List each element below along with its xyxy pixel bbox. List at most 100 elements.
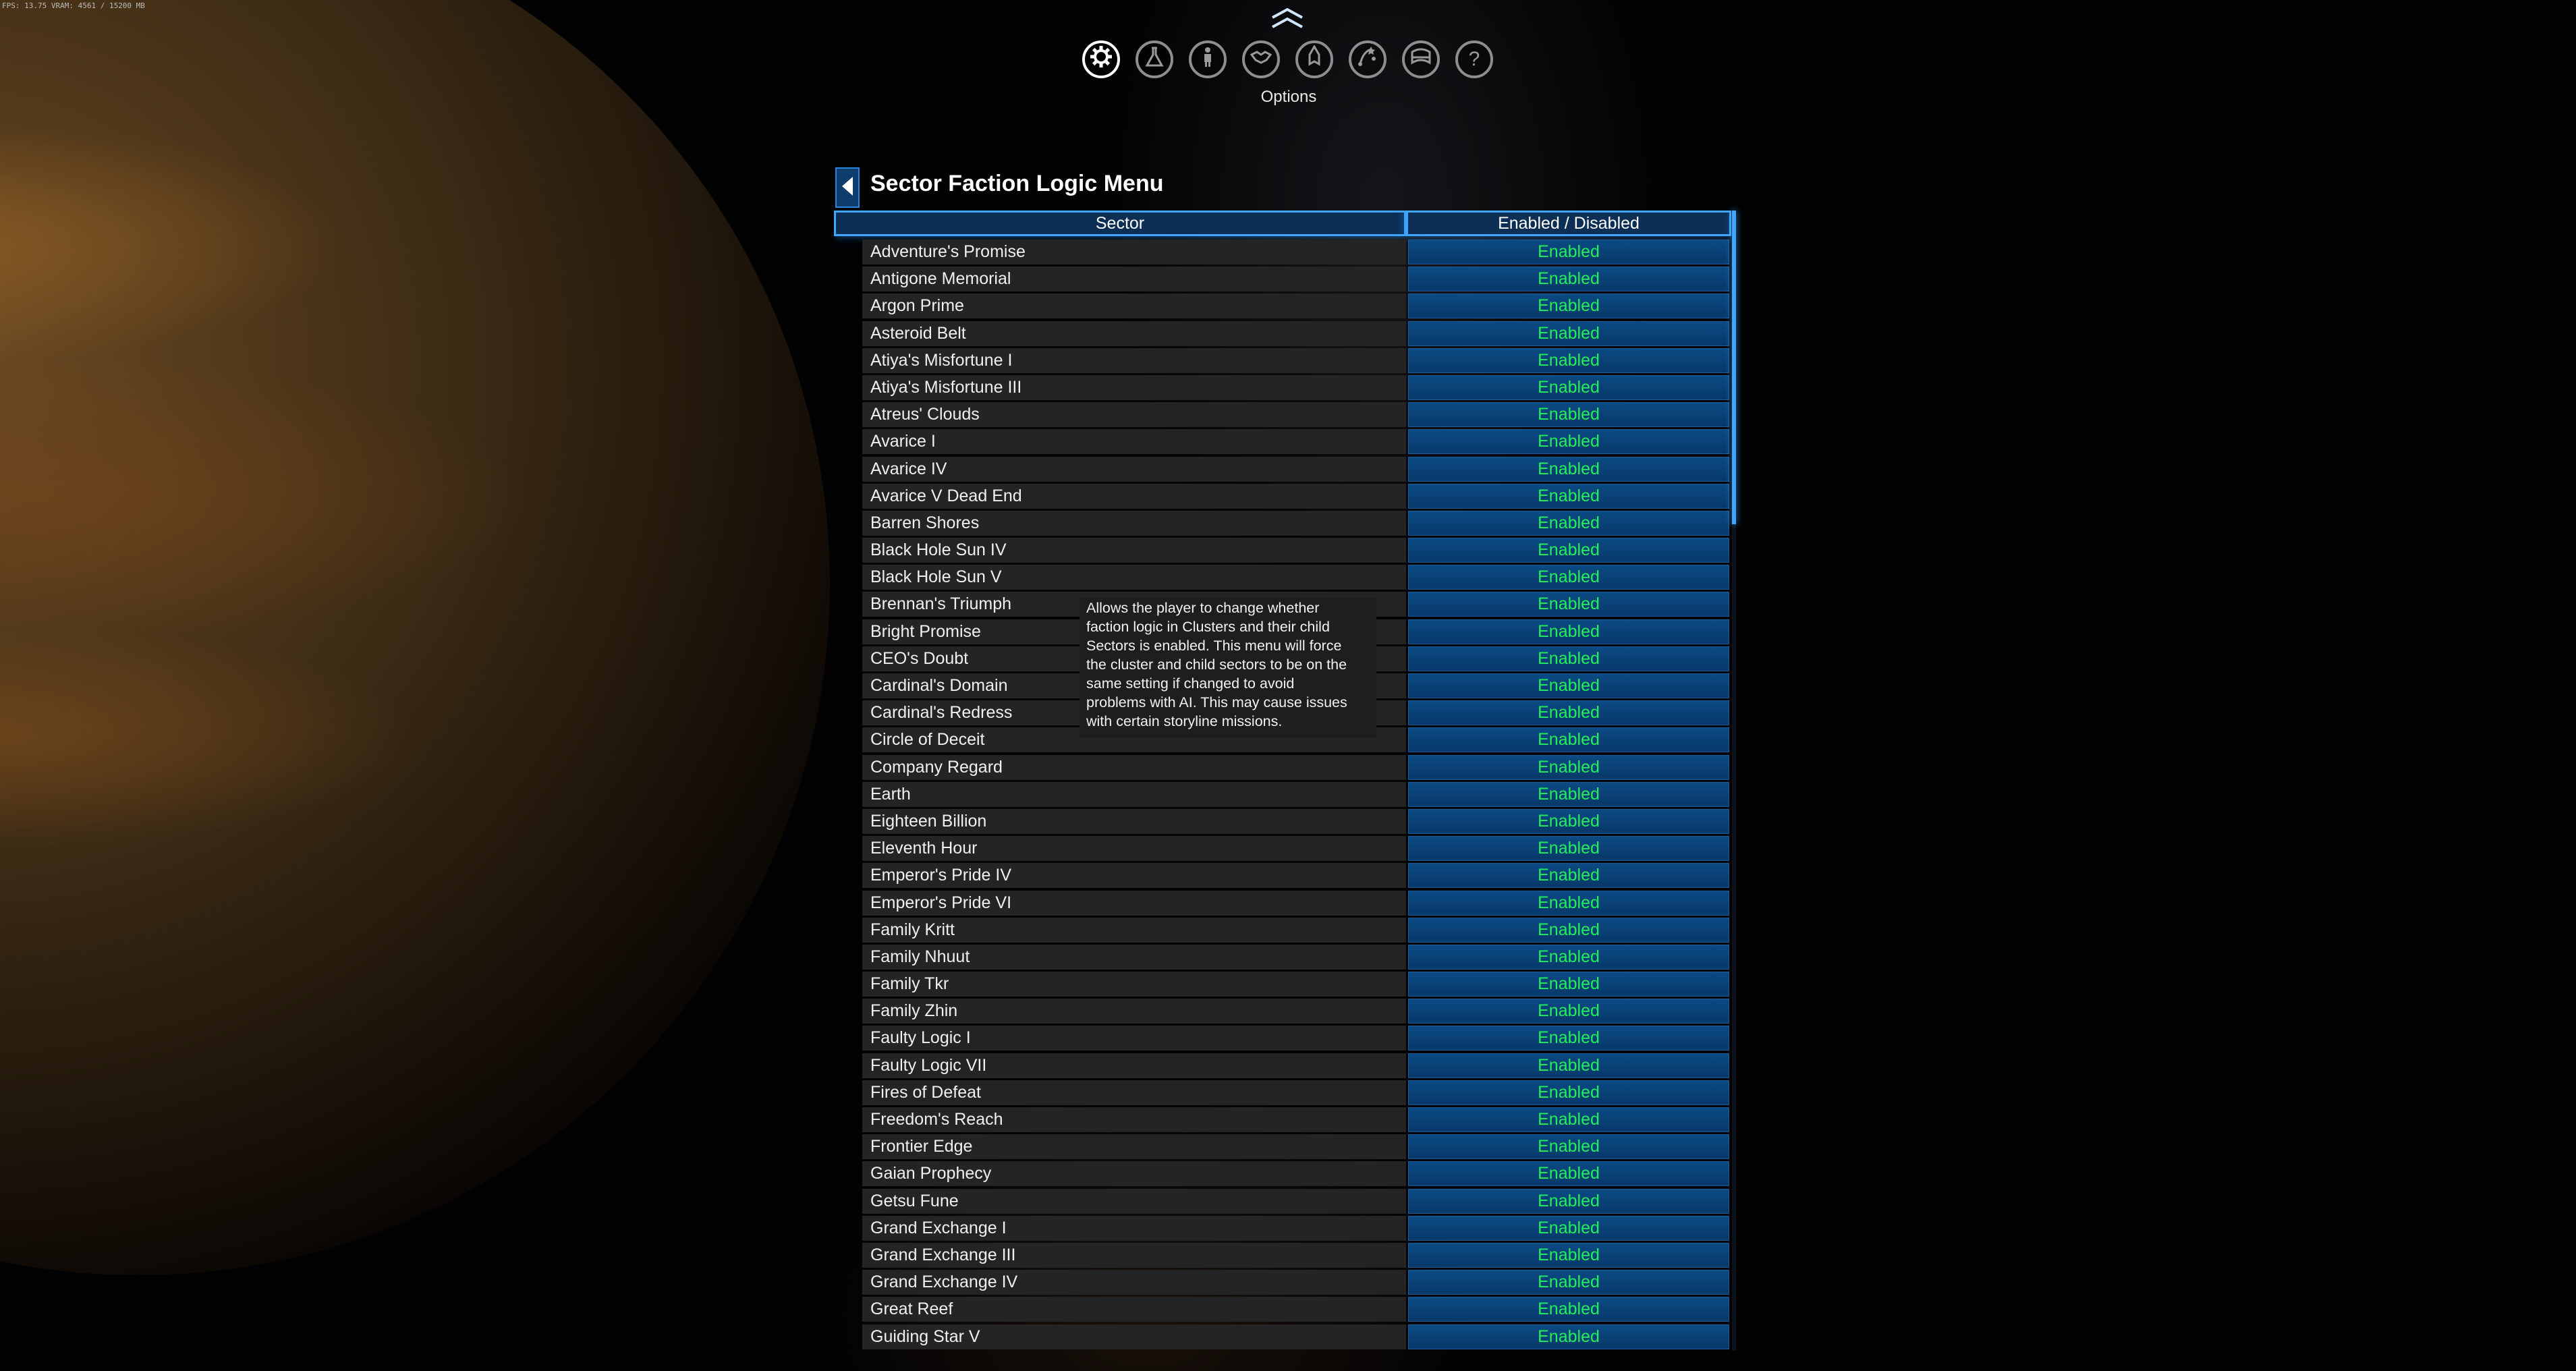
- toggle-enabled-button[interactable]: Enabled: [1408, 808, 1729, 834]
- toggle-enabled-button[interactable]: Enabled: [1408, 1053, 1729, 1078]
- toggle-enabled-button[interactable]: Enabled: [1408, 619, 1729, 644]
- toggle-enabled-button[interactable]: Enabled: [1408, 999, 1729, 1024]
- table-row[interactable]: Grand Exchange IV Enabled: [834, 1269, 1731, 1296]
- table-row[interactable]: Atiya's Misfortune I Enabled: [834, 347, 1731, 374]
- toggle-enabled-button[interactable]: Enabled: [1408, 429, 1729, 455]
- sector-name-cell: Grand Exchange IV: [834, 1270, 1406, 1295]
- research-tab[interactable]: [1136, 40, 1173, 78]
- options-tab[interactable]: [1082, 40, 1120, 78]
- toggle-enabled-button[interactable]: Enabled: [1408, 836, 1729, 862]
- toggle-enabled-button[interactable]: Enabled: [1408, 1134, 1729, 1160]
- toggle-enabled-button[interactable]: Enabled: [1408, 510, 1729, 536]
- table-row[interactable]: Asteroid Belt Enabled: [834, 320, 1731, 347]
- table-row[interactable]: Family Zhin Enabled: [834, 998, 1731, 1025]
- sector-name-cell: Asteroid Belt: [834, 320, 1406, 346]
- table-row[interactable]: Emperor's Pride VI Enabled: [834, 890, 1731, 917]
- toggle-enabled-button[interactable]: Enabled: [1408, 863, 1729, 889]
- page-title: Sector Faction Logic Menu: [870, 171, 1164, 196]
- table-row[interactable]: Frontier Edge Enabled: [834, 1134, 1731, 1160]
- table-row[interactable]: Antigone Memorial Enabled: [834, 266, 1731, 293]
- table-row[interactable]: Gaian Prophecy Enabled: [834, 1160, 1731, 1187]
- table-row[interactable]: Atreus' Clouds Enabled: [834, 401, 1731, 428]
- encyclopedia-tab[interactable]: [1402, 40, 1440, 78]
- table-row[interactable]: Grand Exchange I Enabled: [834, 1215, 1731, 1242]
- sector-name-cell: Adventure's Promise: [834, 240, 1406, 264]
- player-info-tab[interactable]: [1189, 40, 1227, 78]
- toggle-enabled-button[interactable]: Enabled: [1408, 673, 1729, 698]
- table-row[interactable]: Earth Enabled: [834, 781, 1731, 808]
- map-tab[interactable]: [1349, 40, 1387, 78]
- table-row[interactable]: Guiding Star V Enabled: [834, 1324, 1731, 1351]
- table-row[interactable]: Adventure's Promise Enabled: [834, 239, 1731, 266]
- help-icon: ?: [1468, 48, 1480, 70]
- table-row[interactable]: Getsu Fune Enabled: [834, 1188, 1731, 1215]
- toggle-enabled-button[interactable]: Enabled: [1408, 267, 1729, 292]
- toggle-enabled-button[interactable]: Enabled: [1408, 538, 1729, 563]
- toggle-enabled-button[interactable]: Enabled: [1408, 483, 1729, 509]
- table-row[interactable]: Black Hole Sun V Enabled: [834, 564, 1731, 591]
- toggle-enabled-button[interactable]: Enabled: [1408, 347, 1729, 373]
- table-row[interactable]: Faulty Logic I Enabled: [834, 1025, 1731, 1052]
- table-row[interactable]: Company Regard Enabled: [834, 754, 1731, 781]
- table-row[interactable]: Fires of Defeat Enabled: [834, 1080, 1731, 1107]
- toggle-enabled-button[interactable]: Enabled: [1408, 944, 1729, 970]
- toggle-enabled-button[interactable]: Enabled: [1408, 727, 1729, 753]
- table-row[interactable]: Freedom's Reach Enabled: [834, 1107, 1731, 1134]
- toggle-enabled-button[interactable]: Enabled: [1408, 320, 1729, 346]
- toggle-enabled-button[interactable]: Enabled: [1408, 1080, 1729, 1105]
- toggle-enabled-button[interactable]: Enabled: [1408, 565, 1729, 590]
- table-row[interactable]: Black Hole Sun IV Enabled: [834, 537, 1731, 564]
- toggle-enabled-button[interactable]: Enabled: [1408, 1161, 1729, 1187]
- toggle-enabled-button[interactable]: Enabled: [1408, 1242, 1729, 1268]
- toggle-enabled-button[interactable]: Enabled: [1408, 456, 1729, 482]
- toggle-enabled-button[interactable]: Enabled: [1408, 1215, 1729, 1241]
- column-header-sector[interactable]: Sector: [834, 211, 1406, 236]
- toggle-enabled-button[interactable]: Enabled: [1408, 592, 1729, 617]
- table-row[interactable]: Family Nhuut Enabled: [834, 944, 1731, 971]
- table-row[interactable]: Faulty Logic VII Enabled: [834, 1053, 1731, 1080]
- table-row[interactable]: Grand Exchange III Enabled: [834, 1242, 1731, 1269]
- table-row[interactable]: Great Reef Enabled: [834, 1296, 1731, 1323]
- scrollbar-thumb[interactable]: [1732, 211, 1736, 524]
- gear-icon: [1090, 45, 1113, 74]
- sector-name-cell: Earth: [834, 781, 1406, 807]
- sector-name-cell: Atreus' Clouds: [834, 402, 1406, 428]
- table-row[interactable]: Avarice I Enabled: [834, 428, 1731, 455]
- toggle-enabled-button[interactable]: Enabled: [1408, 240, 1729, 264]
- sector-name-cell: Family Kritt: [834, 917, 1406, 943]
- table-row[interactable]: Eighteen Billion Enabled: [834, 808, 1731, 835]
- toggle-enabled-button[interactable]: Enabled: [1408, 781, 1729, 807]
- table-row[interactable]: Atiya's Misfortune III Enabled: [834, 374, 1731, 401]
- toggle-enabled-button[interactable]: Enabled: [1408, 700, 1729, 726]
- toggle-enabled-button[interactable]: Enabled: [1408, 646, 1729, 671]
- toggle-enabled-button[interactable]: Enabled: [1408, 1188, 1729, 1214]
- toggle-enabled-button[interactable]: Enabled: [1408, 1324, 1729, 1349]
- ships-tab[interactable]: [1295, 40, 1333, 78]
- column-header-enabled[interactable]: Enabled / Disabled: [1406, 211, 1731, 236]
- toggle-enabled-button[interactable]: Enabled: [1408, 1107, 1729, 1132]
- toggle-enabled-button[interactable]: Enabled: [1408, 402, 1729, 428]
- table-row[interactable]: Argon Prime Enabled: [834, 293, 1731, 320]
- sector-name-cell: Avarice I: [834, 429, 1406, 455]
- toggle-enabled-button[interactable]: Enabled: [1408, 1270, 1729, 1295]
- help-tab[interactable]: ?: [1455, 40, 1493, 78]
- table-row[interactable]: Family Tkr Enabled: [834, 971, 1731, 998]
- toggle-enabled-button[interactable]: Enabled: [1408, 1026, 1729, 1051]
- toggle-enabled-button[interactable]: Enabled: [1408, 917, 1729, 943]
- collapse-menu-icon[interactable]: [1268, 7, 1306, 31]
- toggle-enabled-button[interactable]: Enabled: [1408, 374, 1729, 400]
- toggle-enabled-button[interactable]: Enabled: [1408, 754, 1729, 780]
- toggle-enabled-button[interactable]: Enabled: [1408, 1297, 1729, 1322]
- table-row[interactable]: Avarice V Dead End Enabled: [834, 483, 1731, 510]
- toggle-enabled-button[interactable]: Enabled: [1408, 972, 1729, 997]
- toggle-enabled-button[interactable]: Enabled: [1408, 293, 1729, 319]
- toggle-enabled-button[interactable]: Enabled: [1408, 890, 1729, 916]
- table-row[interactable]: Emperor's Pride IV Enabled: [834, 862, 1731, 889]
- table-row[interactable]: Eleventh Hour Enabled: [834, 835, 1731, 862]
- table-row[interactable]: Barren Shores Enabled: [834, 510, 1731, 537]
- sector-name-cell: Frontier Edge: [834, 1134, 1406, 1160]
- table-row[interactable]: Family Kritt Enabled: [834, 917, 1731, 944]
- back-button[interactable]: [835, 167, 860, 208]
- diplomacy-tab[interactable]: [1242, 40, 1280, 78]
- table-row[interactable]: Avarice IV Enabled: [834, 456, 1731, 483]
